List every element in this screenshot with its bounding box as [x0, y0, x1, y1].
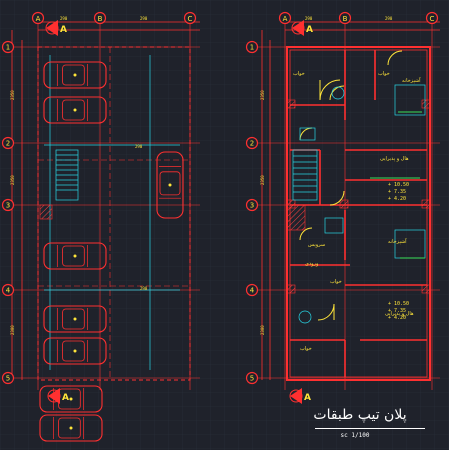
- svg-text:خواب: خواب: [300, 346, 312, 352]
- axis-label: 1: [6, 44, 10, 52]
- svg-text:290: 290: [140, 16, 148, 21]
- title-underline: [315, 428, 425, 429]
- axis-bubble-C: C: [183, 11, 197, 25]
- axis-bubble-2: 2: [245, 136, 259, 150]
- axis-bubble-2: 2: [1, 136, 15, 150]
- axis-bubble-3: 3: [245, 198, 259, 212]
- axis-bubble-A: A: [278, 11, 292, 25]
- axis-bubble-1: 1: [245, 40, 259, 54]
- svg-text:ورودی: ورودی: [305, 261, 319, 267]
- svg-text:خواب: خواب: [293, 71, 305, 77]
- axis-bubble-3: 3: [1, 198, 15, 212]
- axis-bubble-4: 4: [1, 283, 15, 297]
- axis-bubble-1: 1: [1, 40, 15, 54]
- svg-text:+ 10.50: + 10.50: [388, 182, 409, 188]
- svg-text:2300: 2300: [10, 325, 15, 335]
- svg-text:آشپزخانه: آشپزخانه: [388, 238, 407, 245]
- axis-label: 2: [250, 140, 254, 148]
- drawing-scale: sc 1/100: [325, 430, 385, 442]
- axis-bubble-B: B: [93, 11, 107, 25]
- axis-bubble-A: A: [31, 11, 45, 25]
- svg-text:هال و پذیرایی: هال و پذیرایی: [385, 311, 414, 317]
- axis-bubble-5: 5: [245, 371, 259, 385]
- svg-text:2350: 2350: [10, 175, 15, 185]
- svg-text:+ 4.20: + 4.20: [388, 196, 406, 202]
- scale-prefix: sc: [340, 432, 348, 439]
- svg-text:2350: 2350: [260, 175, 265, 185]
- svg-text:290: 290: [135, 144, 143, 149]
- axis-label: 3: [6, 202, 10, 210]
- drawing-title: پلان تیپ طبقات: [313, 407, 407, 423]
- axis-label: A: [36, 15, 41, 23]
- floor-plan-drawing: 2350 2350 2300 290 290 290 290 + 10.50 +…: [0, 0, 449, 450]
- svg-text:2350: 2350: [260, 90, 265, 100]
- svg-text:خواب: خواب: [330, 279, 342, 285]
- svg-text:290: 290: [385, 16, 393, 21]
- svg-text:290: 290: [305, 16, 313, 21]
- axis-label: 1: [250, 44, 254, 52]
- scale-value: 1/100: [351, 432, 370, 439]
- svg-text:2350: 2350: [10, 90, 15, 100]
- section-mark-2: A: [306, 25, 313, 35]
- svg-text:آشپزخانه: آشپزخانه: [402, 77, 421, 84]
- axis-label: 4: [6, 287, 11, 295]
- axis-label: C: [430, 15, 435, 23]
- section-mark-1: A: [60, 25, 67, 35]
- svg-text:هال و پذیرایی: هال و پذیرایی: [380, 156, 409, 162]
- axis-label: 4: [250, 287, 255, 295]
- axis-bubble-B: B: [338, 11, 352, 25]
- svg-text:+ 7.35: + 7.35: [388, 189, 406, 195]
- svg-text:خواب: خواب: [378, 71, 390, 77]
- axis-label: 3: [250, 202, 254, 210]
- svg-text:290: 290: [60, 16, 68, 21]
- section-mark-3: A: [62, 393, 69, 403]
- axis-label: 2: [6, 140, 10, 148]
- svg-text:سرویس: سرویس: [308, 242, 325, 248]
- svg-text:290: 290: [140, 286, 148, 291]
- axis-bubble-5: 5: [1, 371, 15, 385]
- svg-text:2300: 2300: [260, 325, 265, 335]
- axis-bubble-4: 4: [245, 283, 259, 297]
- background: [0, 0, 449, 450]
- axis-label: A: [283, 15, 288, 23]
- axis-bubble-C: C: [425, 11, 439, 25]
- axis-label: C: [188, 15, 193, 23]
- axis-label: 5: [6, 375, 10, 383]
- svg-text:+ 10.50: + 10.50: [388, 301, 409, 307]
- axis-label: 5: [250, 375, 254, 383]
- axis-label: B: [98, 15, 103, 23]
- axis-label: B: [343, 15, 348, 23]
